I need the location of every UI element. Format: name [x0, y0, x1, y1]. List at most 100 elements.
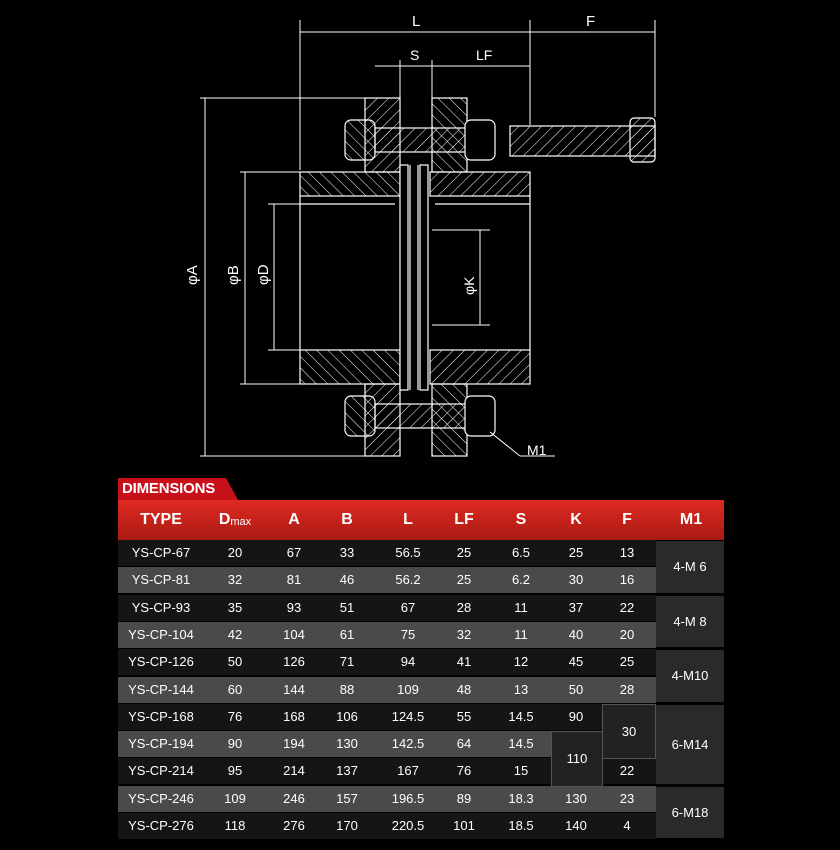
table-cell: 25: [456, 545, 472, 560]
right-hub-bottom: [429, 349, 531, 385]
th-type: TYPE: [140, 511, 182, 528]
table-cell: 13: [513, 681, 529, 697]
table-cell: 246: [283, 790, 305, 806]
table-header: TYPE Dmax A B L LF S K F M1: [118, 500, 724, 540]
table-cell: 18.3: [508, 790, 534, 806]
table-cell: YS-CP-67: [131, 545, 191, 560]
table-cell: 130: [336, 736, 358, 752]
table-cell: 142.5: [391, 736, 425, 752]
table-cell: 11: [514, 626, 528, 642]
table-cell: 15: [513, 763, 529, 779]
table-cell: 90: [227, 736, 243, 752]
table-cell: 130: [565, 790, 587, 806]
table-cell: 25: [568, 545, 584, 560]
table-cell: 55: [456, 708, 472, 724]
table-cell: 60: [227, 681, 243, 697]
table-cell: 56.2: [395, 572, 421, 588]
table-cell: 104: [283, 626, 305, 642]
table-cell: 12: [513, 654, 529, 670]
th-dmax: Dmax: [218, 511, 252, 528]
th-f: F: [622, 511, 632, 528]
table-cell: 35: [227, 599, 243, 615]
table-cell: 6.2: [511, 572, 531, 588]
table-cell: 67: [400, 599, 416, 615]
table-cell: 214: [283, 763, 305, 779]
m1-group-cell: 6-M18: [656, 786, 724, 839]
table-row: YS-CP-276 118 276 170 220.5 101 18.5 140 4: [118, 813, 656, 839]
th-b: B: [341, 511, 353, 528]
coupling-section-drawing: L F S LF φA φB φD φK M1: [184, 13, 656, 458]
th-l: L: [403, 511, 413, 528]
th-m1: M1: [679, 511, 703, 528]
label-B: φB: [225, 265, 242, 285]
table-cell: 50: [227, 654, 243, 670]
table-cell: 30: [568, 572, 584, 588]
table-cell: 23: [619, 790, 635, 806]
table-cell: 93: [286, 599, 302, 615]
table-cell: 46: [339, 572, 355, 588]
table-cell: 71: [339, 654, 355, 670]
table-cell: YS-CP-126: [128, 654, 194, 670]
label-F: F: [586, 13, 595, 30]
table-cell: 41: [456, 654, 472, 670]
table-cell: 25: [619, 654, 635, 670]
label-M1: M1: [527, 442, 547, 458]
label-L: L: [412, 13, 420, 30]
table-cell: 101: [453, 818, 475, 833]
m1-group-cell: 4-M10: [656, 650, 724, 702]
table-cell: 81: [286, 572, 302, 588]
table-cell: 168: [283, 708, 305, 724]
table-row: YS-CP-81 32 81 46 56.2 25 6.2 30 16: [118, 567, 656, 594]
table-cell: 106: [336, 708, 358, 724]
table-cell: 13: [619, 545, 635, 560]
table-row: YS-CP-126 50 126 71 94 41 12 45 25: [118, 649, 656, 676]
table-cell: 67: [286, 545, 302, 560]
table-cell: 4: [623, 818, 631, 833]
table-cell: YS-CP-168: [128, 708, 194, 724]
table-cell: 89: [456, 790, 472, 806]
th-lf: LF: [454, 511, 474, 528]
table-cell: 28: [456, 599, 472, 615]
left-hub-top: [299, 171, 401, 197]
table-cell: 32: [227, 572, 243, 588]
table-cell: 167: [397, 763, 419, 779]
table-cell: 45: [568, 654, 584, 670]
table-cell: 170: [336, 818, 358, 833]
table-cell: 28: [619, 681, 635, 697]
table-cell: 51: [339, 599, 355, 615]
table-cell: YS-CP-214: [128, 763, 194, 779]
table-cell: 76: [456, 763, 472, 779]
table-cell: 76: [227, 708, 243, 724]
table-cell: 20: [227, 545, 243, 560]
m1-group-cell: 6-M14: [656, 704, 724, 784]
table-cell: 48: [456, 681, 472, 697]
table-cell: 124.5: [391, 708, 425, 724]
table-cell: 220.5: [391, 818, 425, 833]
table-cell: 75: [400, 626, 416, 642]
table-cell: 88: [339, 681, 355, 697]
table-cell: 22: [619, 763, 635, 779]
table-cell: 140: [565, 818, 587, 833]
table-cell: 61: [339, 626, 355, 642]
table-cell: 144: [283, 681, 305, 697]
table-cell: 194: [283, 736, 305, 752]
table-cell: 137: [336, 763, 358, 779]
table-cell: 94: [400, 654, 416, 670]
table-cell: 95: [227, 763, 243, 779]
table-cell: 90: [568, 708, 584, 724]
table-cell: 16: [619, 572, 635, 588]
th-s: S: [515, 511, 527, 528]
table-cell: 56.5: [395, 545, 421, 560]
table-cell: 42: [227, 626, 243, 642]
table-cell: 157: [336, 790, 358, 806]
label-LF: LF: [476, 47, 492, 63]
m1-group-cell: 4-M 6: [656, 541, 724, 593]
table-cell: 118: [224, 818, 246, 833]
table-cell: 11: [514, 599, 528, 615]
table-cell: YS-CP-93: [131, 599, 191, 615]
table-cell: 50: [568, 681, 584, 697]
table-cell: 37: [568, 599, 584, 615]
table-cell: 25: [456, 572, 472, 588]
table-cell: 40: [568, 626, 584, 642]
table-row: YS-CP-144 60 144 88 109 48 13 50 28: [118, 676, 656, 703]
